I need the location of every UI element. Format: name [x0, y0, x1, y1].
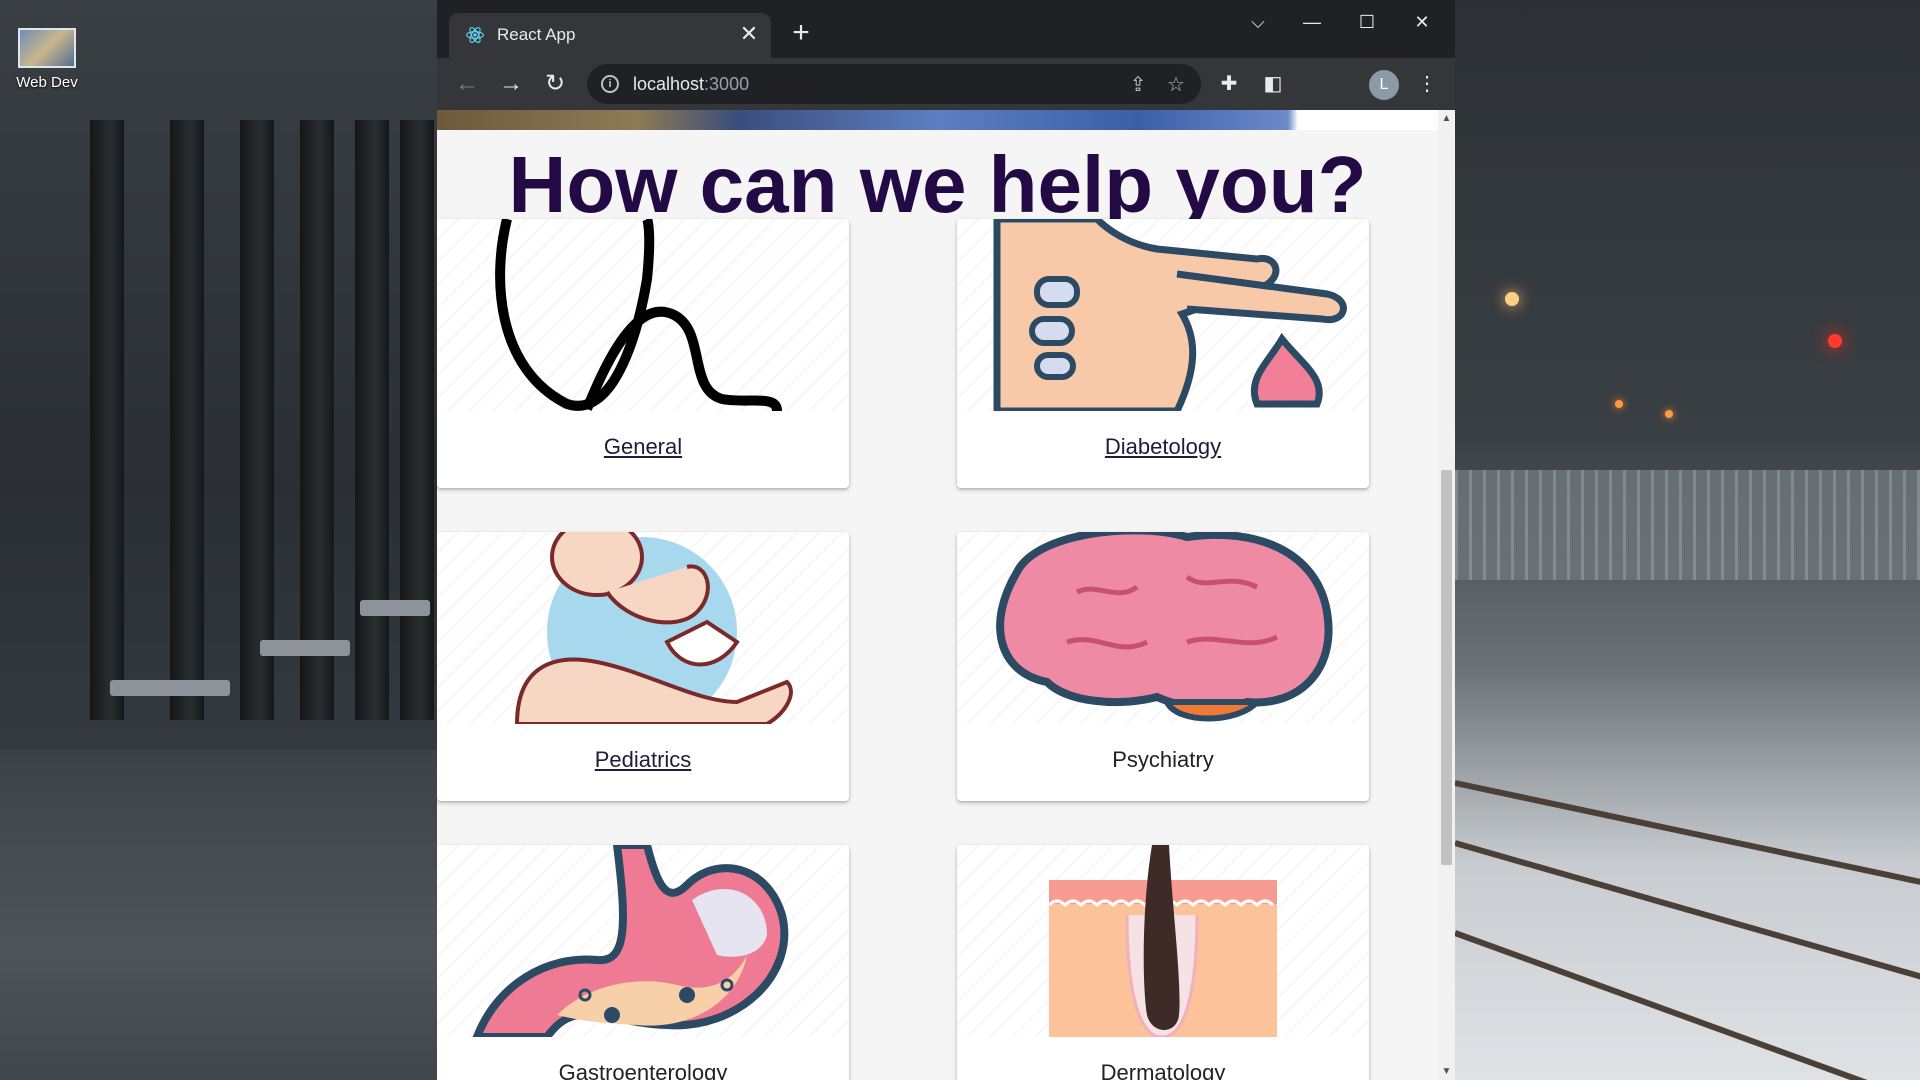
forward-button[interactable]: →: [495, 68, 527, 100]
card-label[interactable]: General: [437, 434, 849, 460]
card-label: Psychiatry: [1112, 747, 1214, 772]
card-pediatrics[interactable]: Pediatrics: [437, 532, 849, 801]
back-button[interactable]: ←: [451, 68, 483, 100]
tab-title: React App: [497, 25, 576, 44]
bookmark-star-icon[interactable]: ☆: [1163, 72, 1189, 98]
browser-menu-icon[interactable]: ⋮: [1411, 68, 1443, 100]
reload-button[interactable]: ↻: [539, 68, 571, 100]
finger-blood-drop-icon: [993, 219, 1347, 411]
scrollbar-thumb[interactable]: [1441, 470, 1452, 865]
card-media: [957, 219, 1369, 411]
wallpaper-station-platform: [0, 0, 440, 1080]
new-tab-button[interactable]: +: [785, 18, 817, 50]
tab-search-icon[interactable]: ⌵: [1235, 6, 1281, 38]
page-viewport: How can we help you? General Diabetology…: [437, 110, 1438, 1080]
share-icon[interactable]: ⇪: [1125, 72, 1151, 98]
card-media: [957, 532, 1369, 724]
baby-in-hand-icon: [514, 532, 793, 724]
minimize-button[interactable]: —: [1289, 6, 1335, 38]
maximize-button[interactable]: ☐: [1344, 6, 1390, 38]
card-label: Dermatology: [1100, 1060, 1226, 1080]
browser-window: React App ✕ + ⌵ — ☐ ✕ ← → ↻ i localhost:…: [437, 0, 1455, 1080]
browser-toolbar: ← → ↻ i localhost:3000 ⇪ ☆ ✚ ◧ L ⋮: [437, 58, 1455, 110]
page-scrollbar[interactable]: ▲ ▼: [1438, 110, 1455, 1080]
card-media: [437, 845, 849, 1037]
tab-react-app[interactable]: React App ✕: [449, 13, 771, 58]
skin-hair-follicle-icon: [1047, 845, 1277, 1037]
url-port: :3000: [704, 74, 750, 94]
card-media: [437, 532, 849, 724]
card-dermatology[interactable]: Dermatology: [957, 845, 1369, 1080]
card-media: [437, 219, 849, 411]
address-bar[interactable]: i localhost:3000 ⇪ ☆: [587, 64, 1201, 104]
tab-strip: React App ✕ + ⌵ — ☐ ✕: [437, 0, 1455, 58]
desktop-icon-web-dev[interactable]: Web Dev: [8, 28, 86, 91]
stethoscope-icon: [495, 219, 782, 411]
url-host: localhost: [633, 74, 705, 94]
card-media: [957, 845, 1369, 1037]
hero-image-edge: [437, 110, 1438, 130]
folder-thumbnail-icon: [18, 28, 76, 68]
scroll-up-arrow-icon[interactable]: ▲: [1438, 110, 1455, 127]
card-label: Gastroenterology: [558, 1060, 728, 1080]
wallpaper-snowy-tracks: [1453, 0, 1920, 1080]
address-url: localhost:3000: [633, 74, 749, 95]
brain-icon: [996, 532, 1333, 722]
close-window-button[interactable]: ✕: [1399, 6, 1445, 38]
tab-close-icon[interactable]: ✕: [737, 22, 761, 46]
side-panel-icon[interactable]: ◧: [1257, 68, 1289, 100]
card-label[interactable]: Diabetology: [957, 434, 1369, 460]
profile-avatar[interactable]: L: [1369, 70, 1399, 100]
card-label[interactable]: Pediatrics: [437, 747, 849, 773]
card-gastroenterology[interactable]: Gastroenterology: [437, 845, 849, 1080]
card-psychiatry[interactable]: Psychiatry: [957, 532, 1369, 801]
card-diabetology[interactable]: Diabetology: [957, 219, 1369, 488]
react-logo-icon: [466, 27, 484, 43]
stomach-icon: [472, 845, 789, 1037]
site-info-icon[interactable]: i: [601, 75, 619, 93]
extensions-icon[interactable]: ✚: [1213, 68, 1245, 100]
scroll-down-arrow-icon[interactable]: ▼: [1438, 1063, 1455, 1080]
desktop-icon-label: Web Dev: [16, 74, 78, 91]
card-general[interactable]: General: [437, 219, 849, 488]
